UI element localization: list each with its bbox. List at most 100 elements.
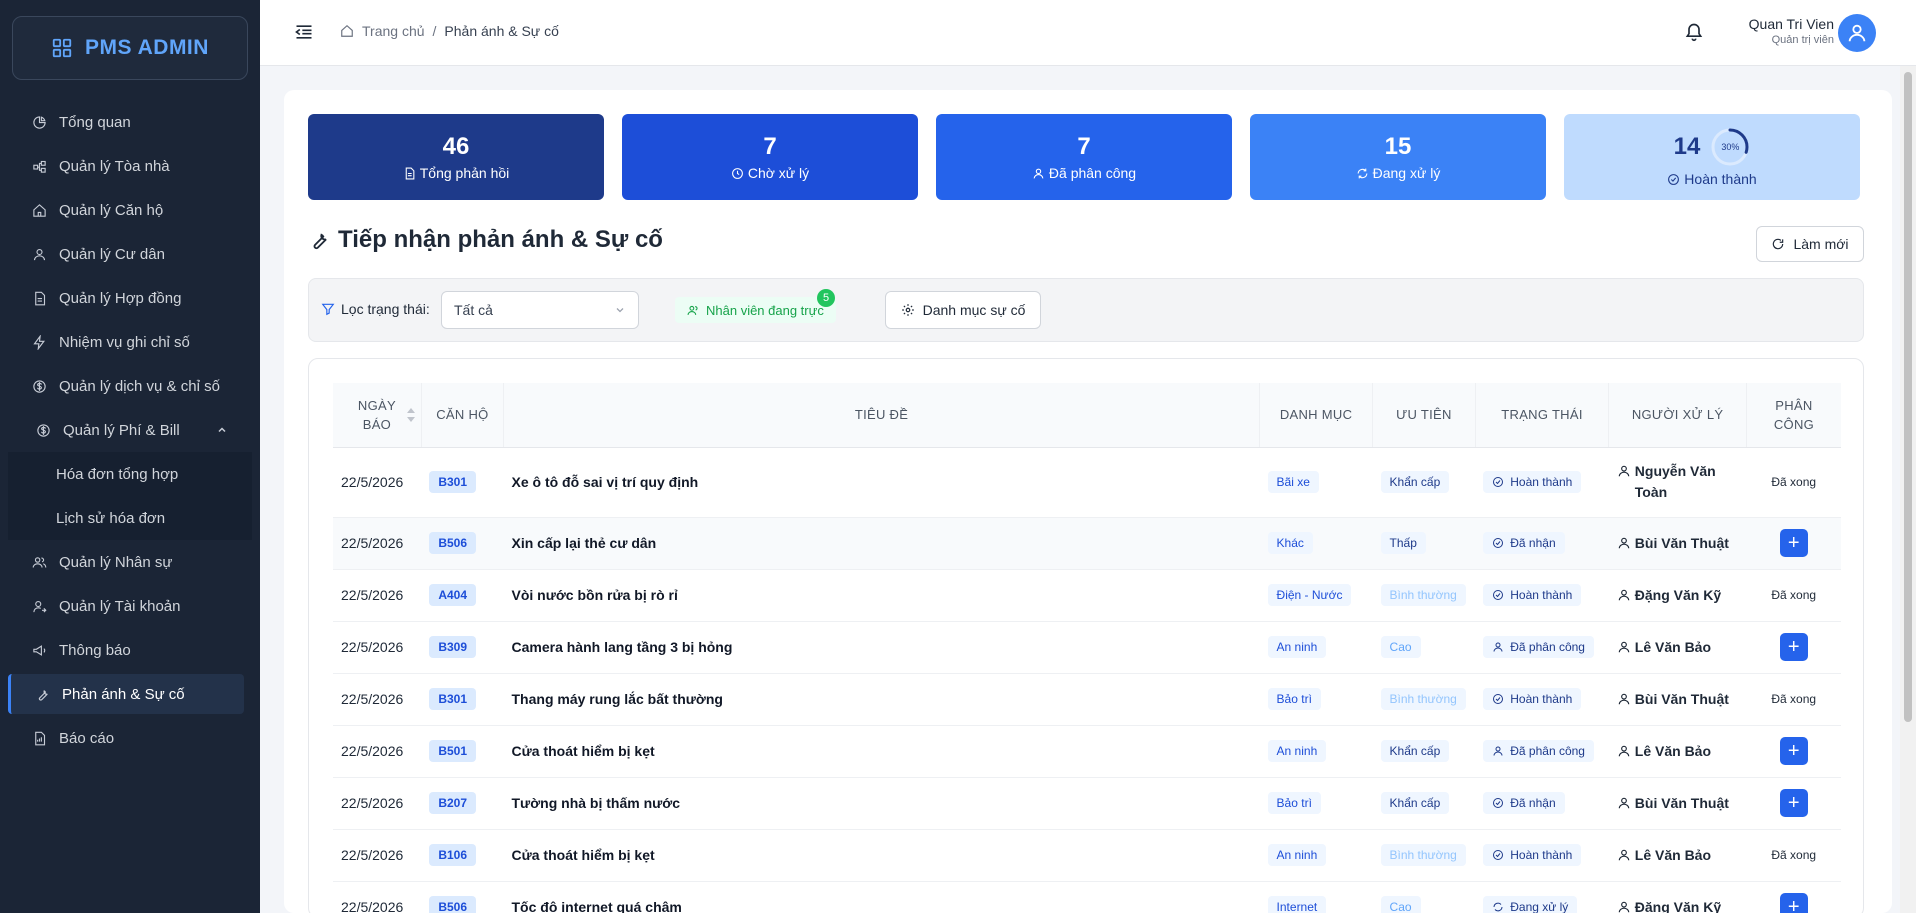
handler-name: Bùi Văn Thuật bbox=[1634, 690, 1729, 707]
avatar[interactable] bbox=[1838, 14, 1876, 52]
check-circle-icon bbox=[1493, 694, 1504, 704]
sidebar-item-label: Phản ánh & Sự cố bbox=[62, 685, 185, 703]
cell-handler: Bùi Văn Thuật bbox=[1608, 517, 1747, 570]
table-row[interactable]: 22/5/2026 B301 Thang máy rung lắc bất thườ… bbox=[333, 673, 1841, 726]
on-duty-label: Nhân viên đang trực bbox=[706, 302, 824, 318]
sidebar-item-accounts[interactable]: Quản lý Tài khoản bbox=[0, 584, 260, 628]
assign-add-button[interactable]: + bbox=[1779, 893, 1808, 913]
user-icon bbox=[1618, 537, 1630, 548]
sidebar-item-label: Quản lý dịch vụ & chỉ số bbox=[59, 377, 220, 395]
sort-icon[interactable] bbox=[406, 408, 415, 422]
sidebar-item-feedback-incidents[interactable]: Phản ánh & Sự cố bbox=[8, 674, 244, 714]
status-badge: Đã nhận bbox=[1483, 792, 1565, 814]
cell-category: An ninh bbox=[1259, 725, 1373, 778]
handler: Lê Văn Bảo bbox=[1617, 637, 1739, 658]
sidebar-item-label: Quản lý Tòa nhà bbox=[59, 157, 170, 175]
check-circle-icon bbox=[1493, 477, 1504, 487]
table-header-row: NGÀY BÁO CĂN HỘ TIÊU ĐỀ DANH MỤC ƯU TIÊN… bbox=[333, 383, 1841, 448]
sidebar-item-apartments[interactable]: Quản lý Căn hộ bbox=[0, 188, 260, 232]
stat-assigned: 7 Đã phân công bbox=[936, 114, 1232, 200]
incident-category-button[interactable]: Danh mục sự cố bbox=[885, 291, 1041, 329]
cell-category: An ninh bbox=[1259, 621, 1373, 674]
status-filter-select[interactable]: Tất cả bbox=[441, 291, 639, 329]
stat-processing-label: Đang xử lý bbox=[1372, 165, 1441, 181]
assign-add-button[interactable]: + bbox=[1779, 789, 1808, 817]
check-circle-icon bbox=[1493, 538, 1504, 548]
cell-title[interactable]: Cửa thoát hiểm bị kẹt bbox=[503, 725, 1260, 778]
cell-title[interactable]: Camera hành lang tầng 3 bị hỏng bbox=[503, 621, 1260, 674]
table-row[interactable]: 22/5/2026 B309 Camera hành lang tầng 3 bị … bbox=[333, 621, 1841, 674]
table-row[interactable]: 22/5/2026 B106 Cửa thoát hiểm bị kẹt An nin… bbox=[333, 829, 1841, 882]
cell-priority: Khẩn cấp bbox=[1372, 725, 1476, 778]
sidebar-item-invoice-history[interactable]: Lịch sử hóa đơn bbox=[8, 496, 252, 540]
sidebar-item-overview[interactable]: Tổng quan bbox=[0, 100, 260, 144]
cell-title[interactable]: Cửa thoát hiểm bị kẹt bbox=[503, 829, 1260, 882]
assign-add-button[interactable]: + bbox=[1779, 633, 1808, 661]
sidebar-item-buildings[interactable]: Quản lý Tòa nhà bbox=[0, 144, 260, 188]
cell-date: 22/5/2026 bbox=[333, 725, 422, 778]
priority-tag: Cao bbox=[1380, 636, 1421, 658]
pie-chart-icon bbox=[33, 115, 46, 129]
sidebar-item-reports[interactable]: Báo cáo bbox=[0, 716, 260, 760]
sidebar-item-label: Nhiệm vụ ghi chỉ số bbox=[59, 333, 190, 351]
col-status: TRẠNG THÁI bbox=[1475, 383, 1610, 448]
refresh-button[interactable]: Làm mới bbox=[1756, 226, 1864, 262]
cell-unit: B207 bbox=[421, 777, 504, 830]
cell-title[interactable]: Vòi nước bồn rửa bị rò rỉ bbox=[503, 569, 1260, 622]
sidebar-item-residents[interactable]: Quản lý Cư dân bbox=[0, 232, 260, 276]
table-row[interactable]: 22/5/2026 A404 Vòi nước bồn rửa bị rò rỉ Đi… bbox=[333, 569, 1841, 622]
bell-icon[interactable] bbox=[1684, 22, 1704, 42]
user-icon bbox=[1848, 24, 1866, 42]
sidebar-item-staff[interactable]: Quản lý Nhân sự bbox=[0, 540, 260, 584]
assign-add-button[interactable]: + bbox=[1779, 737, 1808, 765]
stat-total: 46 Tổng phản hồi bbox=[308, 114, 604, 200]
unit-tag: B301 bbox=[429, 688, 477, 710]
cell-title[interactable]: Tường nhà bị thấm nước bbox=[503, 777, 1260, 830]
user-info[interactable]: Quan Tri Vien Quản trị viên bbox=[1740, 16, 1834, 46]
table-row[interactable]: 22/5/2026 B301 Xe ô tô đỗ sai vị trí quy đ… bbox=[333, 447, 1841, 518]
status-badge: Hoàn thành bbox=[1483, 844, 1582, 866]
handler-name: Nguyễn Văn Toàn bbox=[1634, 463, 1716, 500]
cell-title[interactable]: Thang máy rung lắc bất thường bbox=[503, 673, 1260, 726]
file-text-icon bbox=[405, 167, 415, 179]
page-scrollbar[interactable] bbox=[1900, 66, 1916, 913]
cell-handler: Bùi Văn Thuật bbox=[1608, 777, 1747, 830]
cell-category: Bãi xe bbox=[1259, 447, 1373, 518]
unit-tag: B501 bbox=[429, 740, 477, 762]
sidebar-item-fees-bill[interactable]: Quản lý Phí & Bill bbox=[0, 408, 260, 452]
sidebar-item-invoices-summary[interactable]: Hóa đơn tổng hợp bbox=[8, 452, 252, 496]
unit-tag: B301 bbox=[429, 471, 477, 493]
cell-title[interactable]: Xin cấp lại thẻ cư dân bbox=[503, 517, 1260, 570]
cell-category: Điện - Nước bbox=[1259, 569, 1373, 622]
breadcrumb-home[interactable]: Trang chủ bbox=[362, 23, 425, 39]
cell-priority: Khẩn cấp bbox=[1372, 777, 1476, 830]
scrollbar-thumb[interactable] bbox=[1904, 72, 1912, 722]
sidebar-item-meter-tasks[interactable]: Nhiệm vụ ghi chỉ số bbox=[0, 320, 260, 364]
cell-title[interactable]: Xe ô tô đỗ sai vị trí quy định bbox=[503, 447, 1260, 518]
sidebar-item-label: Lịch sử hóa đơn bbox=[56, 509, 166, 527]
table-row[interactable]: 22/5/2026 B501 Cửa thoát hiểm bị kẹt An nin… bbox=[333, 725, 1841, 778]
sidebar-item-notifications[interactable]: Thông báo bbox=[0, 628, 260, 672]
cell-unit: B501 bbox=[421, 725, 504, 778]
status-text: Đã nhận bbox=[1510, 536, 1556, 550]
col-date[interactable]: NGÀY BÁO bbox=[333, 383, 422, 448]
on-duty-staff-tag[interactable]: Nhân viên đang trực bbox=[675, 297, 836, 323]
cell-assign: + bbox=[1746, 725, 1841, 778]
chevron-down-icon bbox=[616, 308, 624, 313]
filter-bar: Lọc trạng thái: Tất cả Nhân viên đang tr… bbox=[308, 278, 1864, 342]
cell-title[interactable]: Tốc độ internet quá chậm bbox=[503, 881, 1260, 913]
sidebar-item-label: Quản lý Cư dân bbox=[59, 245, 165, 263]
col-date-line2: BÁO bbox=[362, 416, 392, 432]
sidebar-item-services[interactable]: Quản lý dịch vụ & chỉ số bbox=[0, 364, 260, 408]
table-row[interactable]: 22/5/2026 B506 Xin cấp lại thẻ cư dân Khác T… bbox=[333, 517, 1841, 570]
table-row[interactable]: 22/5/2026 B207 Tường nhà bị thấm nước Bảo t… bbox=[333, 777, 1841, 830]
cell-category: Bảo trì bbox=[1259, 777, 1373, 830]
cell-assign: + bbox=[1746, 621, 1841, 674]
table-row[interactable]: 22/5/2026 B506 Tốc độ internet quá chậm Int… bbox=[333, 881, 1841, 913]
app-logo[interactable]: PMS ADMIN bbox=[12, 16, 248, 80]
assign-done-text: Đã xong bbox=[1771, 692, 1817, 706]
assign-add-button[interactable]: + bbox=[1779, 529, 1808, 557]
sidebar-item-label: Thông báo bbox=[59, 641, 131, 659]
menu-fold-icon[interactable] bbox=[294, 22, 314, 42]
sidebar-item-contracts[interactable]: Quản lý Hợp đồng bbox=[0, 276, 260, 320]
